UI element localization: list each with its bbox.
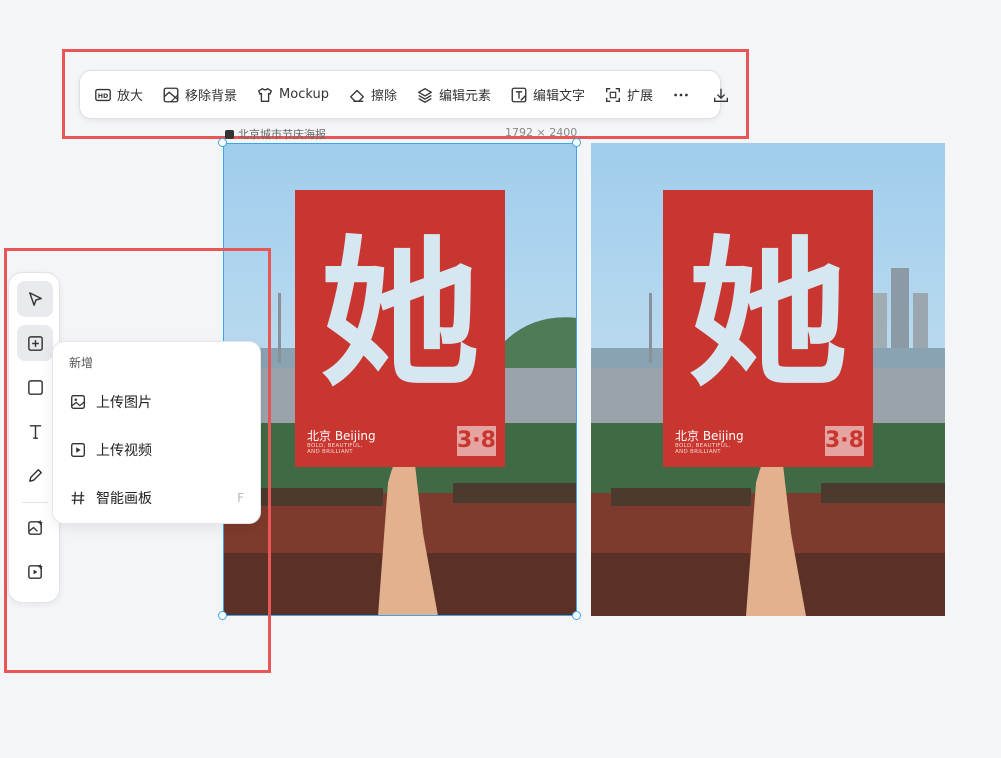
upload-image-item[interactable]: 上传图片 [53,382,262,422]
poster-tagline: BOLD, BEAUTIFUL, AND BRILLIANT [675,443,731,455]
video-upload-icon [71,443,85,457]
more-options-button[interactable] [672,80,690,110]
upload-video-item[interactable]: 上传视频 [53,430,262,470]
add-square-icon [27,335,43,351]
canvas-title-text: 北京城市节庆海报 [238,128,326,141]
upload-video-label: 上传视频 [96,443,152,459]
canvas-title: 北京城市节庆海报 [225,126,326,142]
erase-label: 擦除 [370,89,397,104]
hash-icon [71,491,85,505]
poster-glyph: 她 [688,221,848,408]
mockup-label: Mockup [279,87,329,102]
draw-tool-button[interactable] [17,457,53,493]
upscale-button[interactable]: HD 放大 [94,80,143,110]
svg-text:HD: HD [98,93,109,100]
poster-image-selected[interactable]: 她 北京 Beijing BOLD, BEAUTIFUL, AND BRILLIA… [223,143,577,616]
shortcut-key: F [237,491,244,505]
add-button[interactable] [17,325,53,361]
ellipsis-icon [674,93,688,96]
image-icon [225,129,234,139]
pointer-icon [28,291,42,306]
resize-handle-top-right[interactable] [572,138,581,147]
edit-text-label: 编辑文字 [533,89,586,104]
poster-tagline: BOLD, BEAUTIFUL, AND BRILLIANT [307,443,363,455]
expand-label: 扩展 [627,89,654,104]
poster-date-badge: 3·8 [825,426,864,456]
poster-red-card: 她 北京 Beijing BOLD, BEAUTIFUL, AND BRILLIA… [295,190,505,467]
menu-heading: 新增 [69,356,94,370]
edit-elements-label: 编辑元素 [438,89,491,104]
image-upload-icon [71,395,85,409]
add-menu-popup: 新增 上传图片 上传视频 智能画板 F [52,341,261,524]
poster-city-label: 北京 Beijing [675,429,744,443]
smart-artboard-label: 智能画板 [96,491,152,507]
upload-image-label: 上传图片 [96,395,152,411]
hd-icon: HD [95,88,111,101]
poster-date-badge: 3·8 [457,426,496,456]
text-tool-icon [29,424,41,439]
ai-video-button[interactable] [17,553,53,589]
resize-handle-bottom-right[interactable] [572,611,581,620]
expand-icon [606,87,620,102]
edit-text-button[interactable]: 编辑文字 [510,80,585,110]
poster-glyph: 她 [320,221,480,408]
image-toolbar: HD 放大 移除背景 Mockup 擦除 编辑元素 编辑文字 扩展 [79,70,729,119]
download-button[interactable] [712,80,730,110]
layers-icon [418,87,432,103]
ai-image-button[interactable] [17,509,53,545]
mockup-button[interactable]: Mockup [256,80,329,110]
poster-city-label: 北京 Beijing [307,429,376,443]
canvas-size: 1792 × 2400 [505,126,578,139]
ai-video-icon [27,563,43,579]
rectangle-icon [27,379,43,395]
expand-button[interactable]: 扩展 [604,80,653,110]
shape-tool-button[interactable] [17,369,53,405]
erase-button[interactable]: 擦除 [348,80,397,110]
edit-text-icon [511,87,527,102]
remove-bg-icon [163,87,179,102]
ai-image-icon [27,519,43,535]
smart-artboard-item[interactable]: 智能画板 F [53,478,262,518]
select-tool-button[interactable] [17,281,53,317]
upscale-label: 放大 [117,89,144,104]
text-tool-button[interactable] [17,413,53,449]
edit-elements-button[interactable]: 编辑元素 [416,80,491,110]
pen-icon [28,468,42,482]
resize-handle-top-left[interactable] [218,138,227,147]
remove-background-label: 移除背景 [185,89,238,104]
tshirt-icon [258,87,273,102]
remove-background-button[interactable]: 移除背景 [162,80,237,110]
poster-red-card: 她 北京 Beijing BOLD, BEAUTIFUL, AND BRILLIA… [663,190,873,467]
sidebar-divider [22,502,48,503]
download-icon [714,88,729,102]
eraser-icon [349,89,364,102]
poster-image-variant[interactable]: 她 北京 Beijing BOLD, BEAUTIFUL, AND BRILLIA… [591,143,945,616]
